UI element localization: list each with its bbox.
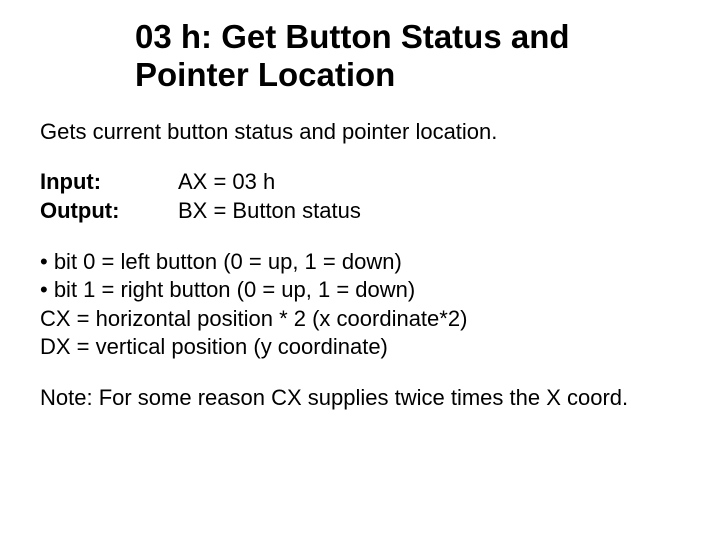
detail-line-3: CX = horizontal position * 2 (x coordina…	[40, 305, 680, 334]
input-row: Input: AX = 03 h	[40, 168, 680, 197]
note-text: Note: For some reason CX supplies twice …	[40, 384, 680, 413]
input-label: Input:	[40, 168, 178, 197]
title-line-1: 03 h: Get Button Status and	[135, 18, 570, 55]
detail-line-1: • bit 0 = left button (0 = up, 1 = down)	[40, 248, 680, 277]
slide-title: 03 h: Get Button Status and Pointer Loca…	[135, 18, 680, 94]
input-value: AX = 03 h	[178, 168, 275, 197]
description-text: Gets current button status and pointer l…	[40, 118, 680, 147]
detail-line-4: DX = vertical position (y coordinate)	[40, 333, 680, 362]
output-label: Output:	[40, 197, 178, 226]
output-value: BX = Button status	[178, 197, 361, 226]
io-block: Input: AX = 03 h Output: BX = Button sta…	[40, 168, 680, 225]
details-block: • bit 0 = left button (0 = up, 1 = down)…	[40, 248, 680, 362]
detail-line-2: • bit 1 = right button (0 = up, 1 = down…	[40, 276, 680, 305]
title-line-2: Pointer Location	[135, 56, 395, 93]
output-row: Output: BX = Button status	[40, 197, 680, 226]
